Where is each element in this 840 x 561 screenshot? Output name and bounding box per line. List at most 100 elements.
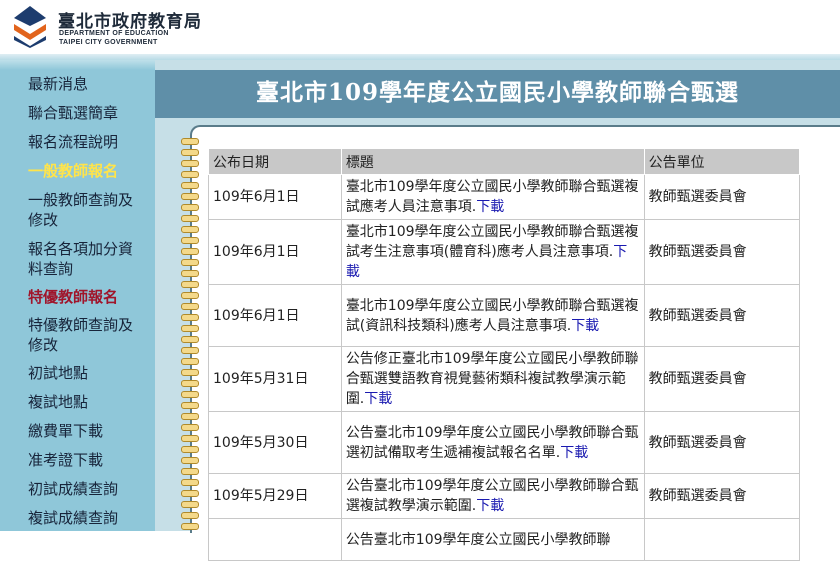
ring-icon bbox=[181, 435, 199, 442]
row-date: 109年5月31日 bbox=[208, 346, 342, 412]
table-row: 公告臺北市109學年度公立國民小學教師聯 bbox=[208, 518, 801, 561]
table-header-row: 公布日期 標題 公告單位 bbox=[208, 148, 801, 175]
ring-icon bbox=[181, 171, 199, 178]
download-link[interactable]: 下載 bbox=[560, 445, 588, 461]
sidebar-item-registration-process[interactable]: 報名流程說明 bbox=[28, 132, 118, 152]
row-date: 109年5月29日 bbox=[208, 473, 342, 519]
sidebar-item-bonus-points-query[interactable]: 報名各項加分資料查詢 bbox=[28, 239, 138, 279]
ring-icon bbox=[181, 138, 199, 145]
row-title: 公告臺北市109學年度公立國民小學教師聯合甄選初試備取考生遞補複試報名名單. bbox=[345, 424, 639, 461]
ring-icon bbox=[181, 446, 199, 453]
sidebar-item-first-exam-score[interactable]: 初試成績查詢 bbox=[28, 479, 118, 499]
ring-icon bbox=[181, 270, 199, 277]
row-date: 109年6月1日 bbox=[208, 284, 342, 347]
ring-icon bbox=[181, 259, 199, 266]
row-date: 109年6月1日 bbox=[208, 219, 342, 285]
column-header-unit: 公告單位 bbox=[643, 148, 801, 175]
table-row: 109年6月1日 臺北市109學年度公立國民小學教師聯合甄選複試(資訊科技類科)… bbox=[208, 284, 801, 347]
sidebar-item-general-teacher-registration[interactable]: 一般教師報名 bbox=[28, 161, 118, 181]
ring-icon bbox=[181, 182, 199, 189]
row-date: 109年6月1日 bbox=[208, 174, 342, 220]
department-logo-icon[interactable] bbox=[12, 4, 48, 48]
row-date bbox=[208, 518, 342, 561]
org-name-en-line2: TAIPEI CITY GOVERNMENT bbox=[59, 39, 158, 46]
row-title-cell: 公告臺北市109學年度公立國民小學教師聯合甄選初試備取考生遞補複試報名名單.下載 bbox=[340, 411, 645, 474]
sidebar-item-general-teacher-query[interactable]: 一般教師查詢及修改 bbox=[28, 190, 138, 230]
ring-icon bbox=[181, 358, 199, 365]
row-date: 109年5月30日 bbox=[208, 411, 342, 474]
ring-icon bbox=[181, 248, 199, 255]
ring-icon bbox=[181, 523, 199, 530]
row-unit: 教師甄選委員會 bbox=[643, 346, 801, 412]
table-row: 109年5月31日 公告修正臺北市109學年度公立國民小學教師聯合甄選雙語教育視… bbox=[208, 346, 801, 412]
ring-icon bbox=[181, 380, 199, 387]
table-row: 109年5月30日 公告臺北市109學年度公立國民小學教師聯合甄選初試備取考生遞… bbox=[208, 411, 801, 474]
download-link[interactable]: 下載 bbox=[571, 318, 599, 334]
row-unit: 教師甄選委員會 bbox=[643, 174, 801, 220]
sidebar-item-second-exam-location[interactable]: 複試地點 bbox=[28, 392, 88, 412]
sidebar-item-excellent-teacher-query[interactable]: 特優教師查詢及修改 bbox=[28, 315, 138, 355]
ring-icon bbox=[181, 215, 199, 222]
row-title-cell: 臺北市109學年度公立國民小學教師聯合甄選複試考生注意事項(體育科)應考人員注意… bbox=[340, 219, 645, 285]
ring-icon bbox=[181, 303, 199, 310]
column-header-date: 公布日期 bbox=[208, 148, 342, 175]
table-row: 109年5月29日 公告臺北市109學年度公立國民小學教師聯合甄選複試教學演示範… bbox=[208, 473, 801, 519]
sidebar-item-admission-ticket[interactable]: 准考證下載 bbox=[28, 450, 103, 470]
ring-icon bbox=[181, 391, 199, 398]
sidebar-item-excellent-teacher-registration[interactable]: 特優教師報名 bbox=[28, 287, 118, 307]
ring-icon bbox=[181, 413, 199, 420]
ring-icon bbox=[181, 336, 199, 343]
site-header: 臺北市政府教育局 DEPARTMENT OF EDUCATION TAIPEI … bbox=[0, 0, 840, 60]
ring-icon bbox=[181, 424, 199, 431]
row-unit: 教師甄選委員會 bbox=[643, 473, 801, 519]
row-title-cell: 臺北市109學年度公立國民小學教師聯合甄選複試應考人員注意事項.下載 bbox=[340, 174, 645, 220]
notebook-rings bbox=[181, 138, 201, 531]
ring-icon bbox=[181, 347, 199, 354]
download-link[interactable]: 下載 bbox=[476, 498, 504, 514]
page-banner: 臺北市109學年度公立國民小學教師聯合甄選 bbox=[155, 70, 840, 118]
download-link[interactable]: 下載 bbox=[364, 391, 392, 407]
sidebar-item-first-exam-location[interactable]: 初試地點 bbox=[28, 363, 88, 383]
table-row: 109年6月1日 臺北市109學年度公立國民小學教師聯合甄選複試考生注意事項(體… bbox=[208, 219, 801, 285]
ring-icon bbox=[181, 501, 199, 508]
notice-table: 公布日期 標題 公告單位 109年6月1日 臺北市109學年度公立國民小學教師聯… bbox=[208, 148, 801, 561]
row-title-cell: 公告修正臺北市109學年度公立國民小學教師聯合甄選雙語教育視覺藝術類科複試教學演… bbox=[340, 346, 645, 412]
ring-icon bbox=[181, 512, 199, 519]
row-title-cell: 公告臺北市109學年度公立國民小學教師聯 bbox=[340, 518, 645, 561]
ring-icon bbox=[181, 281, 199, 288]
ring-icon bbox=[181, 314, 199, 321]
ring-icon bbox=[181, 457, 199, 464]
row-unit: 教師甄選委員會 bbox=[643, 284, 801, 347]
ring-icon bbox=[181, 193, 199, 200]
sidebar-item-brochure[interactable]: 聯合甄選簡章 bbox=[28, 103, 118, 123]
row-title: 公告臺北市109學年度公立國民小學教師聯 bbox=[345, 531, 611, 548]
row-unit: 教師甄選委員會 bbox=[643, 219, 801, 285]
ring-icon bbox=[181, 160, 199, 167]
ring-icon bbox=[181, 226, 199, 233]
row-title: 臺北市109學年度公立國民小學教師聯合甄選複試考生注意事項(體育科)應考人員注意… bbox=[345, 224, 639, 260]
ring-icon bbox=[181, 490, 199, 497]
org-name-zh[interactable]: 臺北市政府教育局 bbox=[58, 7, 202, 32]
ring-icon bbox=[181, 325, 199, 332]
ring-icon bbox=[181, 468, 199, 475]
org-name-en-line1: DEPARTMENT OF EDUCATION bbox=[59, 30, 169, 37]
sidebar-top-fade bbox=[0, 60, 155, 70]
ring-icon bbox=[181, 292, 199, 299]
row-unit: 教師甄選委員會 bbox=[643, 411, 801, 474]
row-title-cell: 臺北市109學年度公立國民小學教師聯合甄選複試(資訊科技類科)應考人員注意事項.… bbox=[340, 284, 645, 347]
row-title-cell: 公告臺北市109學年度公立國民小學教師聯合甄選複試教學演示範圍.下載 bbox=[340, 473, 645, 519]
ring-icon bbox=[181, 237, 199, 244]
ring-icon bbox=[181, 149, 199, 156]
table-row: 109年6月1日 臺北市109學年度公立國民小學教師聯合甄選複試應考人員注意事項… bbox=[208, 174, 801, 220]
ring-icon bbox=[181, 204, 199, 211]
column-header-title: 標題 bbox=[340, 148, 645, 175]
ring-icon bbox=[181, 479, 199, 486]
ring-icon bbox=[181, 402, 199, 409]
sidebar-item-second-exam-score[interactable]: 複試成績查詢 bbox=[28, 508, 118, 528]
ring-icon bbox=[181, 369, 199, 376]
sidebar-item-latest-news[interactable]: 最新消息 bbox=[28, 74, 88, 94]
download-link[interactable]: 下載 bbox=[476, 199, 504, 215]
row-unit bbox=[643, 518, 801, 561]
sidebar-item-payment-slip[interactable]: 繳費單下載 bbox=[28, 421, 103, 441]
page-title: 臺北市109學年度公立國民小學教師聯合甄選 bbox=[255, 79, 739, 106]
